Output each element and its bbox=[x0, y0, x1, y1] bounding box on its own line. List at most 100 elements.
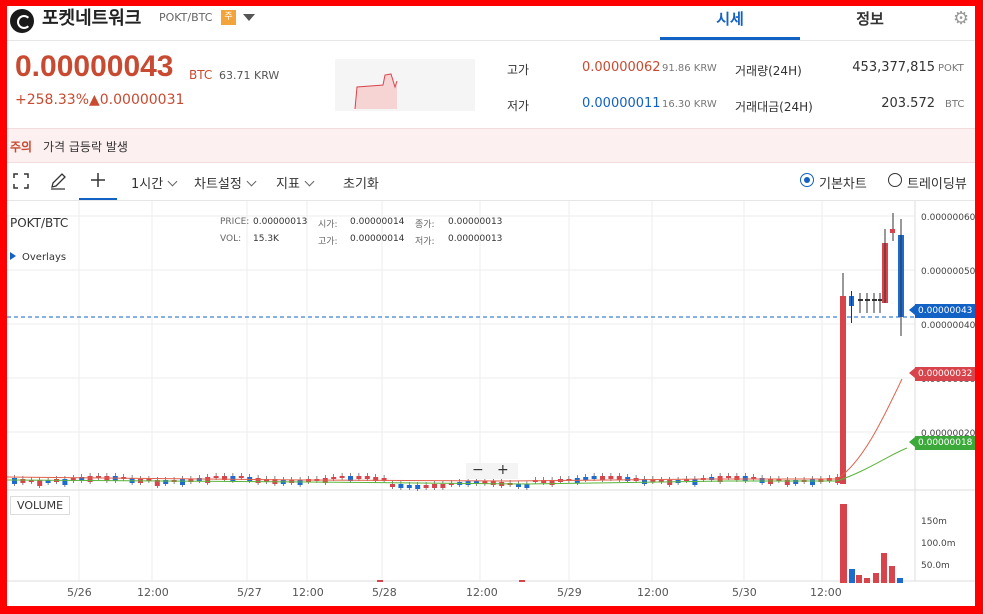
warning-badge: 주 bbox=[221, 10, 236, 25]
info-open: 0.00000014 bbox=[350, 217, 405, 227]
info-low: 0.00000013 bbox=[448, 234, 503, 244]
tab-info[interactable]: 정보 bbox=[800, 6, 940, 40]
volume-bar bbox=[864, 578, 870, 583]
fullscreen-icon[interactable] bbox=[13, 173, 29, 189]
current-price-krw: 63.71 KRW bbox=[219, 69, 280, 82]
tab-price[interactable]: 시세 bbox=[660, 6, 800, 40]
candle bbox=[423, 485, 429, 488]
candle bbox=[524, 484, 530, 488]
ma1-tag: 0.00000032 bbox=[915, 367, 975, 381]
x-tick-label: 5/28 bbox=[372, 586, 397, 599]
x-tick-label: 12:00 bbox=[810, 586, 842, 599]
candle bbox=[180, 479, 185, 485]
gear-icon[interactable]: ⚙ bbox=[953, 9, 973, 29]
candle bbox=[87, 476, 93, 482]
amount-value: 203.572 bbox=[881, 96, 935, 111]
plus-icon bbox=[91, 173, 105, 187]
candle bbox=[406, 485, 412, 488]
crosshair-button[interactable] bbox=[79, 162, 117, 200]
amount-unit: BTC bbox=[945, 99, 965, 110]
ma1-line bbox=[7, 378, 903, 482]
candle bbox=[591, 476, 597, 479]
amount-label: 거래대금(24H) bbox=[735, 100, 813, 114]
candle bbox=[516, 484, 521, 487]
caution-message: 가격 급등락 발생 bbox=[43, 140, 128, 154]
volume-bar bbox=[873, 573, 879, 583]
candle bbox=[364, 476, 370, 479]
reset-button[interactable]: 초기화 bbox=[343, 173, 379, 192]
volume-panel-label: VOLUME bbox=[10, 496, 71, 515]
interval-label: 1시간 bbox=[131, 177, 164, 192]
candle bbox=[356, 476, 362, 479]
info-high-label: 고가: bbox=[318, 237, 338, 247]
chart-settings-label: 차트설정 bbox=[194, 177, 242, 192]
mini-price-chart bbox=[335, 59, 475, 111]
info-high: 0.00000014 bbox=[350, 234, 405, 244]
indicators-select[interactable]: 지표 bbox=[276, 173, 315, 192]
candle bbox=[230, 476, 236, 481]
candle bbox=[255, 478, 261, 483]
info-low-label: 저가: bbox=[415, 237, 435, 247]
candle bbox=[726, 476, 731, 478]
candle bbox=[600, 476, 605, 480]
interval-select[interactable]: 1시간 bbox=[131, 173, 178, 192]
indicators-label: 지표 bbox=[276, 177, 300, 192]
vol-tick-label: 150m bbox=[921, 517, 947, 527]
basic-chart-label[interactable]: 기본차트 bbox=[819, 173, 867, 192]
zoom-out-button[interactable]: − bbox=[472, 462, 484, 478]
radio-basic-chart[interactable] bbox=[800, 173, 814, 187]
candle bbox=[238, 476, 244, 478]
candle bbox=[415, 485, 421, 489]
candle bbox=[872, 299, 877, 301]
current-price-tag: 0.00000043 bbox=[915, 304, 975, 318]
candle bbox=[742, 476, 748, 481]
candle bbox=[398, 484, 404, 488]
chart-settings-select[interactable]: 차트설정 bbox=[194, 173, 257, 192]
chevron-down-icon bbox=[304, 176, 315, 187]
candle bbox=[608, 476, 614, 479]
pencil-icon[interactable] bbox=[49, 172, 67, 190]
candle bbox=[858, 299, 863, 301]
coin-select-caret-icon[interactable] bbox=[243, 14, 255, 21]
candle bbox=[339, 476, 345, 478]
candle bbox=[331, 477, 337, 479]
price-chart[interactable]: POKT/BTC Overlays PRICE: 0.00000013 시가: … bbox=[7, 201, 975, 606]
high-label: 고가 bbox=[507, 63, 530, 77]
coin-name[interactable]: 포켓네트워크 bbox=[42, 6, 141, 32]
change-percent: +258.33% bbox=[15, 92, 90, 108]
info-price-label: PRICE: bbox=[220, 217, 250, 227]
ma2-tag: 0.00000018 bbox=[915, 436, 975, 450]
candle bbox=[810, 479, 815, 485]
zoom-in-button[interactable]: + bbox=[497, 462, 509, 478]
volume-bar bbox=[849, 569, 855, 583]
x-tick-label: 12:00 bbox=[292, 586, 324, 599]
chart-toolbar: 1시간 차트설정 지표 초기화 기본차트 트레이딩뷰 bbox=[7, 162, 975, 201]
overlays-toggle[interactable]: Overlays bbox=[10, 252, 66, 263]
caution-banner: 주의 가격 급등락 발생 bbox=[7, 128, 975, 163]
candle bbox=[709, 477, 715, 480]
candle bbox=[490, 481, 496, 485]
info-open-label: 시가: bbox=[318, 220, 338, 230]
volume-bar bbox=[881, 553, 887, 583]
coin-pair: POKT/BTC bbox=[159, 11, 213, 24]
volume-bar bbox=[897, 578, 903, 583]
app-frame: 포켓네트워크 POKT/BTC 주 시세 정보 ⚙ 0.00000043 BTC… bbox=[7, 6, 975, 606]
tradingview-label[interactable]: 트레이딩뷰 bbox=[907, 173, 967, 192]
radio-tradingview[interactable] bbox=[888, 173, 902, 187]
y-tick-label: 0.00000060 bbox=[921, 213, 975, 223]
chevron-down-icon bbox=[167, 176, 178, 187]
y-tick-label: 0.00000040 bbox=[921, 321, 975, 331]
change-amount: ▲0.00000031 bbox=[89, 92, 185, 108]
info-vol: 15.3K bbox=[253, 234, 279, 244]
current-price: 0.00000043 bbox=[15, 50, 174, 83]
info-close-label: 종가: bbox=[415, 220, 435, 230]
x-tick-label: 12:00 bbox=[137, 586, 169, 599]
volume-bar bbox=[519, 580, 525, 582]
low-value: 0.00000011 bbox=[582, 96, 661, 111]
chart-canvas[interactable] bbox=[7, 201, 975, 606]
candle bbox=[37, 480, 43, 486]
candle bbox=[297, 480, 303, 485]
high-value: 0.00000062 bbox=[582, 60, 661, 75]
low-label: 저가 bbox=[507, 99, 530, 113]
low-krw: 16.30 KRW bbox=[662, 99, 717, 110]
